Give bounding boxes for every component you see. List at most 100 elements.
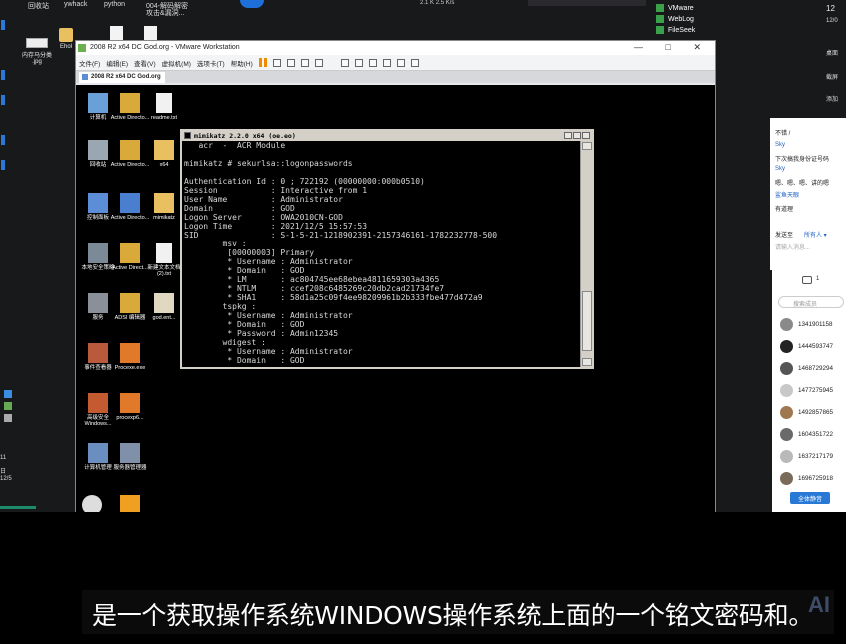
side-date: 12/0 (826, 18, 838, 24)
mimikatz-console-window: mimikatz 2.2.0 x64 (oe.eo) acr - ACR Mod… (180, 129, 594, 369)
taskbar-app-icon[interactable] (1, 95, 5, 105)
video-subtitle: 是一个获取操作系统WINDOWS操作系统上面的一个铭文密码和。 (92, 601, 814, 630)
member-row[interactable]: 1477275945 (780, 384, 833, 397)
vmware-logo-icon (78, 44, 86, 52)
folder-icon (59, 28, 73, 42)
member-row[interactable]: 1468729294 (780, 362, 833, 375)
library-icon[interactable] (340, 58, 349, 67)
tray-icon[interactable] (4, 402, 12, 410)
scroll-down-icon[interactable] (582, 358, 592, 366)
console-scrollbar[interactable] (580, 141, 592, 367)
chat-message: 不错 / (775, 131, 791, 137)
console-output[interactable]: acr - ACR Module mimikatz # sekurlsa::lo… (184, 142, 580, 366)
member-row[interactable]: 1444593747 (780, 340, 833, 353)
thumbnail-icon[interactable] (354, 58, 363, 67)
chat-message: 有道理 (775, 207, 794, 213)
close-button[interactable] (582, 132, 590, 139)
readme-desktop-icon[interactable]: readme.txt (142, 93, 186, 121)
computer-icon (88, 93, 108, 113)
weblog-shortcut[interactable]: WebLog (656, 15, 694, 25)
side-desktop-item[interactable]: 桌面 (826, 48, 838, 57)
procexe-desktop-icon[interactable]: Procexe.exe (108, 343, 152, 371)
text-file-icon (156, 93, 172, 113)
minimize-button[interactable]: — (634, 42, 653, 52)
taskbar-app-icon[interactable] (1, 20, 5, 30)
chat-input[interactable]: 请输入消息... (775, 242, 810, 251)
stretch-icon[interactable] (410, 58, 419, 67)
taskbar-app-icon[interactable] (1, 135, 5, 145)
console-window-controls (563, 132, 590, 139)
active-directory-icon (120, 193, 140, 213)
tray-icon[interactable] (4, 414, 12, 422)
member-row[interactable]: 1637217179 (780, 450, 833, 463)
avatar (780, 340, 793, 353)
windows-logo-icon (120, 343, 140, 363)
member-row[interactable]: 1696725918 (780, 472, 833, 485)
console-line: acr - ACR Module (184, 142, 286, 150)
procexp-desktop-icon[interactable]: procexp6... (108, 393, 152, 421)
menu-view[interactable]: 查看(V) (134, 58, 156, 68)
desktop-folder-ehol[interactable]: Ehol (56, 28, 76, 50)
recycle-bin-label[interactable]: 回收站 (28, 1, 49, 11)
side-add-item[interactable]: 添加 (826, 94, 838, 103)
send-keys-icon[interactable] (272, 58, 281, 67)
menu-help[interactable]: 帮助(H) (231, 58, 253, 68)
exploit-folder-label[interactable]: 攻击&漏洞... (146, 8, 185, 18)
desktop-file-jpg[interactable]: 内存马分类 .jpg (22, 38, 52, 65)
side-screenshot-item[interactable]: 截屏 (826, 72, 838, 81)
active-directory-icon (120, 93, 140, 113)
member-search-input[interactable]: 搜索成员 (778, 296, 844, 308)
member-row[interactable]: 1604351722 (780, 428, 833, 441)
vmware-title-bar[interactable]: 2008 R2 x64 DC God.org - VMware Workstat… (76, 41, 715, 55)
avatar (780, 472, 793, 485)
python-label[interactable]: python (104, 1, 125, 8)
avatar (780, 406, 793, 419)
tray-icon[interactable] (4, 390, 12, 398)
taskbar-indicator (0, 506, 36, 509)
fileseek-shortcut[interactable]: FileSeek (656, 26, 695, 36)
snapshot-manager-icon[interactable] (314, 58, 323, 67)
server-manager-desktop-icon[interactable]: 服务器管理器 (108, 443, 152, 471)
recipient-dropdown[interactable]: 所有人 ▾ (804, 230, 827, 239)
scroll-thumb[interactable] (582, 291, 592, 351)
weblog-icon (656, 15, 664, 23)
scroll-up-icon[interactable] (582, 142, 592, 150)
side-clock: 12 (826, 4, 835, 13)
unity-icon[interactable] (382, 58, 391, 67)
maximize-button[interactable]: □ (666, 42, 681, 52)
gear-icon (88, 293, 108, 313)
recycle-bin-icon (88, 140, 108, 160)
vmware-shortcut[interactable]: VMware (656, 4, 694, 14)
app-icon[interactable] (120, 495, 140, 512)
mimikatz-title-bar[interactable]: mimikatz 2.2.0 x64 (oe.eo) (182, 131, 592, 141)
people-icon (802, 276, 812, 284)
ai-watermark: AI (808, 592, 830, 617)
taskbar-app-icon[interactable] (1, 160, 5, 170)
menu-file[interactable]: 文件(F) (79, 58, 100, 68)
close-button[interactable]: ✕ (693, 42, 711, 52)
minimize-button[interactable] (564, 132, 572, 139)
taskbar-app-icon[interactable] (1, 70, 5, 80)
disk-icon[interactable] (82, 495, 102, 512)
member-row[interactable]: 1492857865 (780, 406, 833, 419)
chat-message: 嗯、嗯、嗯、讲的嗯 (775, 181, 830, 187)
snapshot-icon[interactable] (286, 58, 295, 67)
menu-tabs[interactable]: 选项卡(T) (197, 58, 225, 68)
menu-vm[interactable]: 虚拟机(M) (162, 58, 191, 68)
fullscreen-icon[interactable] (368, 58, 377, 67)
event-viewer-icon (88, 343, 108, 363)
revert-snapshot-icon[interactable] (300, 58, 309, 67)
host-taskbar-left: 11 日 12/5 (0, 0, 36, 512)
menu-edit[interactable]: 编辑(E) (106, 58, 128, 68)
host-desktop: 回收站 ywhack python 004-解码解密 攻击&漏洞... 2.1 … (0, 0, 846, 512)
console-view-icon[interactable] (396, 58, 405, 67)
clock-date: 12/5 (0, 476, 12, 482)
member-row[interactable]: 1341901158 (780, 318, 833, 331)
pause-icon[interactable] (258, 58, 267, 67)
vmware-icon (656, 4, 664, 12)
mute-all-button[interactable]: 全体静音 (790, 492, 830, 504)
ywhack-label[interactable]: ywhack (64, 1, 87, 8)
chat-message: 下次搞我身份证号码 (775, 157, 830, 163)
maximize-button[interactable] (573, 132, 581, 139)
tab-vm-dc[interactable]: 2008 R2 x64 DC God.org (79, 72, 165, 83)
